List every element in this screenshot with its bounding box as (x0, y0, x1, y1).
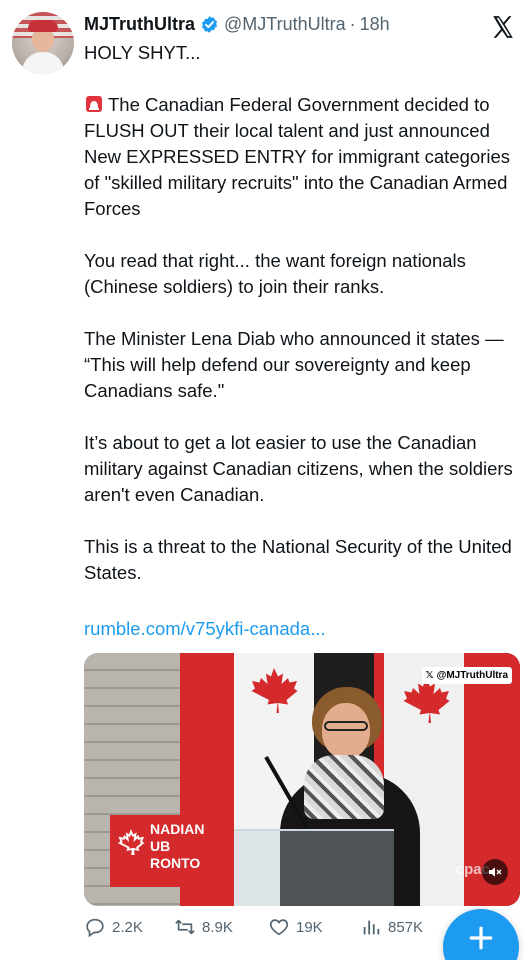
avatar-body (22, 52, 64, 74)
tweet-line-5: It’s about to get a lot easier to use th… (84, 432, 513, 505)
avatar[interactable] (12, 12, 74, 74)
tweet-line-2: The Canadian Federal Government decided … (84, 92, 524, 222)
like-count: 19K (296, 918, 323, 936)
muted-speaker-icon[interactable] (482, 859, 508, 885)
video-media[interactable]: NADIAN UB RONTO 𝕏 @MJTruthUltra cpac (84, 653, 520, 906)
repost-count: 8.9K (202, 918, 233, 936)
heart-icon (269, 919, 289, 936)
tweet-line-3: You read that right... the want foreign … (84, 250, 466, 297)
views-icon (363, 920, 380, 935)
speaker-face (322, 703, 370, 759)
maple-leaf-icon (117, 829, 145, 855)
tweet-header: MJTruthUltra @MJTruthUltra · 18h (84, 12, 390, 36)
speaker-scarf (304, 755, 384, 819)
repost-icon (175, 919, 195, 935)
views-button[interactable]: 857K (360, 916, 423, 938)
separator-dot: · (349, 13, 356, 34)
tweet-link[interactable]: rumble.com/v75ykfi-canada... (84, 616, 326, 642)
podium (234, 829, 394, 906)
media-watermark: 𝕏 @MJTruthUltra (421, 667, 512, 684)
tweet-line-1: HOLY SHYT... (84, 42, 201, 63)
like-button[interactable]: 19K (268, 916, 323, 938)
repost-button[interactable]: 8.9K (174, 916, 233, 938)
verified-badge-icon (201, 15, 218, 33)
maple-leaf-icon (251, 668, 298, 713)
watermark-handle: @MJTruthUltra (436, 670, 508, 681)
siren-emoji-icon (86, 96, 102, 112)
post-time[interactable]: 18h (360, 14, 390, 35)
club-sign-text: NADIAN UB RONTO (150, 821, 205, 871)
plus-icon (469, 926, 493, 950)
author-handle[interactable]: @MJTruthUltra (224, 14, 346, 35)
reply-count: 2.2K (112, 918, 143, 936)
tweet-line-6: This is a threat to the National Securit… (84, 536, 512, 583)
display-name[interactable]: MJTruthUltra (84, 14, 195, 35)
speaker-glasses (324, 721, 368, 731)
tweet-line-2-text: The Canadian Federal Government decided … (84, 94, 510, 219)
reply-button[interactable]: 2.2K (84, 916, 143, 938)
reply-icon (86, 918, 104, 938)
x-logo-icon[interactable] (490, 14, 516, 40)
club-sign: NADIAN UB RONTO (110, 815, 232, 887)
tweet-text: HOLY SHYT... The Canadian Federal Govern… (84, 40, 524, 586)
views-count: 857K (388, 918, 424, 936)
avatar-hat (28, 20, 58, 32)
tweet-line-4: The Minister Lena Diab who announced it … (84, 328, 504, 401)
x-logo-icon: 𝕏 (425, 670, 434, 681)
